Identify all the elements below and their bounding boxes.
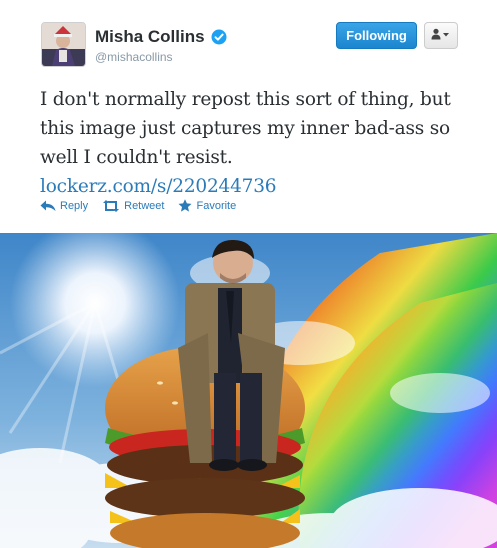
tweet-card: Misha Collins @mishacollins Following I … [0, 0, 497, 548]
tweet-body: I don't normally repost this sort of thi… [40, 89, 451, 168]
favorite-button[interactable]: Favorite [178, 199, 236, 212]
display-name[interactable]: Misha Collins [95, 27, 205, 47]
tweet-link[interactable]: lockerz.com/s/220244736 [40, 172, 470, 201]
favorite-label: Favorite [196, 199, 237, 212]
retweet-button[interactable]: Retweet [102, 199, 164, 212]
user-handle[interactable]: @mishacollins [95, 50, 173, 64]
reply-button[interactable]: Reply [40, 199, 88, 212]
following-button[interactable]: Following [336, 22, 417, 49]
tweet-image[interactable] [0, 233, 497, 548]
reply-icon [40, 200, 56, 212]
reply-label: Reply [60, 199, 89, 212]
tweet-actions: Reply Retweet Favorite [40, 199, 236, 212]
tweet-text: I don't normally repost this sort of thi… [40, 85, 470, 201]
retweet-icon [102, 199, 120, 212]
user-name-row: Misha Collins [95, 27, 227, 47]
avatar[interactable] [41, 22, 86, 67]
user-menu-button[interactable] [424, 22, 458, 49]
verified-icon [211, 29, 227, 45]
star-icon [178, 199, 192, 212]
user-dropdown-icon [431, 27, 451, 45]
retweet-label: Retweet [124, 199, 165, 212]
